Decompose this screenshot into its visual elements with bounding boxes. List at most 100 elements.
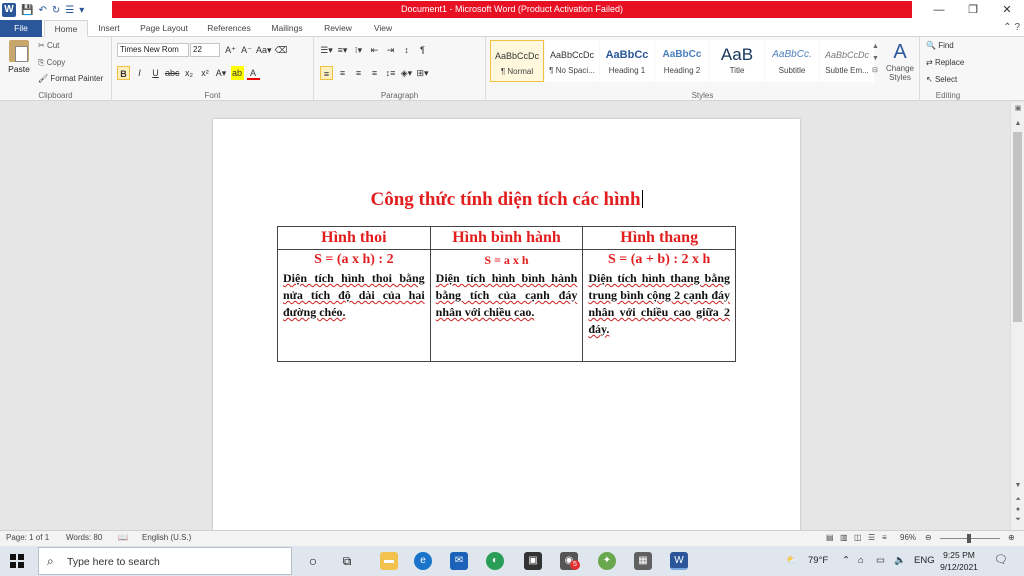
shrink-font-icon[interactable]: A⁻ [240,43,253,57]
decrease-indent-icon[interactable]: ⇤ [368,43,381,57]
page-count[interactable]: Page: 1 of 1 [6,533,49,542]
clear-formatting-icon[interactable]: ⌫ [275,43,288,57]
undo-icon[interactable]: ↶ [38,5,46,16]
taskbar-search-box[interactable]: ⌕ Type here to search [38,547,292,575]
proofing-icon[interactable]: 📖 [118,533,128,542]
sort-icon[interactable]: ↕ [400,43,413,57]
tab-review[interactable]: Review [318,20,358,37]
edge-icon[interactable]: ◐ [486,552,504,570]
tab-file[interactable]: File [0,20,42,37]
format-painter-button[interactable]: 🖌 Format Painter [38,74,103,83]
action-center-icon[interactable]: 🗨 [994,553,1008,566]
style-subtle-emphasis[interactable]: AaBbCcDc Subtle Em... [820,40,874,82]
customize-qat-icon[interactable]: ▾ [79,5,84,16]
store-icon[interactable]: ▣ [524,552,542,570]
redo-icon[interactable]: ↻ [52,5,60,16]
replace-button[interactable]: ⇄ Replace [926,58,964,67]
close-button[interactable]: ✕ [990,0,1024,20]
tab-insert[interactable]: Insert [92,20,126,37]
align-left-button[interactable]: ≡ [320,66,333,80]
previous-page-icon[interactable]: ⏶ [1011,496,1024,504]
tab-references[interactable]: References [202,20,256,37]
word-count[interactable]: Words: 80 [66,533,102,542]
print-layout-view-icon[interactable]: ▤ [826,533,834,542]
minimize-ribbon-icon[interactable]: ⌃ ? [1003,22,1020,33]
font-size-box[interactable]: 22 [190,43,220,57]
system-clock[interactable]: 9:25 PM 9/12/2021 [930,549,988,573]
language-indicator[interactable]: English (U.S.) [142,533,191,542]
internet-explorer-icon[interactable]: e [414,552,432,570]
copy-button[interactable]: ⎘ Copy [38,58,65,68]
bold-button[interactable]: B [117,66,130,80]
style-heading-2[interactable]: AaBbCc Heading 2 [655,40,709,82]
change-case-icon[interactable]: Aa▾ [256,43,272,57]
word-taskbar-icon[interactable]: W [670,552,688,570]
outline-view-icon[interactable]: ☰ [868,533,875,542]
save-icon[interactable]: 💾 [21,5,33,16]
volume-icon[interactable]: 🔈 [894,555,906,566]
grow-font-icon[interactable]: A⁺ [224,43,237,57]
ruler-toggle-icon[interactable]: ▣ [1011,104,1024,112]
style-normal[interactable]: AaBbCcDc ¶ Normal [490,40,544,82]
tab-mailings[interactable]: Mailings [266,20,308,37]
table-cell[interactable]: S = (a + b) : 2 x h Diện tích hình thang… [582,249,736,362]
shading-icon[interactable]: ◈▾ [400,66,413,80]
zoom-level[interactable]: 96% [900,533,916,542]
style-subtitle[interactable]: AaBbCc. Subtitle [765,40,819,82]
align-center-button[interactable]: ≡ [336,66,349,80]
bullets-quick-icon[interactable]: ☰ [65,5,74,16]
vertical-scrollbar[interactable]: ▣ ▲ ▼ ⏶ ● ⏷ [1010,102,1024,530]
zoom-out-icon[interactable]: ⊖ [925,533,932,542]
document-page[interactable]: Công thức tính diện tích các hình Hình t… [213,119,800,530]
zoom-in-icon[interactable]: ⊕ [1008,533,1015,542]
bullets-icon[interactable]: ☰▾ [320,43,333,57]
style-title[interactable]: AaB Title [710,40,764,82]
tab-page-layout[interactable]: Page Layout [136,20,192,37]
numbering-icon[interactable]: ≡▾ [336,43,349,57]
next-page-icon[interactable]: ⏷ [1011,516,1024,524]
web-layout-view-icon[interactable]: ◫ [854,533,862,542]
show-formatting-icon[interactable]: ¶ [416,43,429,57]
subscript-button[interactable]: x₂ [183,66,196,80]
table-cell[interactable]: S = a x h Diện tích hình bình hành bằng … [429,249,584,362]
file-explorer-icon[interactable]: ▬ [380,552,398,570]
weather-temperature[interactable]: 79°F [808,555,828,566]
task-view-icon[interactable]: ⧉ [338,552,356,570]
find-button[interactable]: 🔍 Find [926,41,954,50]
cut-button[interactable]: ✂ Cut [38,41,59,50]
highlight-color-icon[interactable]: ab [230,66,244,80]
italic-button[interactable]: I [133,66,146,80]
windows-start-icon[interactable] [10,554,24,568]
cortana-icon[interactable]: ○ [304,552,322,570]
font-color-icon[interactable]: A [246,66,260,80]
minimize-button[interactable]: — [922,0,956,20]
battery-icon[interactable]: ▭ [876,555,885,566]
weather-icon[interactable]: ⛅ [786,555,798,566]
multilevel-list-icon[interactable]: ⁝▾ [352,43,365,57]
tab-home[interactable]: Home [44,20,88,37]
justify-button[interactable]: ≡ [368,66,381,80]
calculator-icon[interactable]: ▦ [634,552,652,570]
change-styles-button[interactable]: A Change Styles [882,40,918,82]
mail-icon[interactable]: ✉ [450,552,468,570]
browse-object-icon[interactable]: ● [1011,506,1024,513]
select-button[interactable]: ↖ Select [926,75,957,84]
zoom-slider-handle[interactable] [967,534,971,543]
style-heading-1[interactable]: AaBbCc Heading 1 [600,40,654,82]
strikethrough-button[interactable]: abc [165,66,180,80]
align-right-button[interactable]: ≡ [352,66,365,80]
tab-view[interactable]: View [366,20,400,37]
scroll-up-icon[interactable]: ▲ [1011,120,1024,127]
styles-scroll-icon[interactable]: ▲ ▼ ⊟ [872,41,879,77]
borders-icon[interactable]: ⊞▾ [416,66,429,80]
full-screen-view-icon[interactable]: ▥ [840,533,848,542]
draft-view-icon[interactable]: ≡ [882,533,887,542]
scroll-thumb[interactable] [1013,132,1022,322]
scroll-down-icon[interactable]: ▼ [1011,482,1024,489]
font-name-box[interactable]: Times New Rom [117,43,189,57]
line-spacing-icon[interactable]: ↕≡ [384,66,397,80]
increase-indent-icon[interactable]: ⇥ [384,43,397,57]
show-hidden-icons-icon[interactable]: ⌃ [842,555,850,566]
style-no-spacing[interactable]: AaBbCcDc ¶ No Spaci... [545,40,599,82]
text-effects-icon[interactable]: A▾ [215,66,228,80]
